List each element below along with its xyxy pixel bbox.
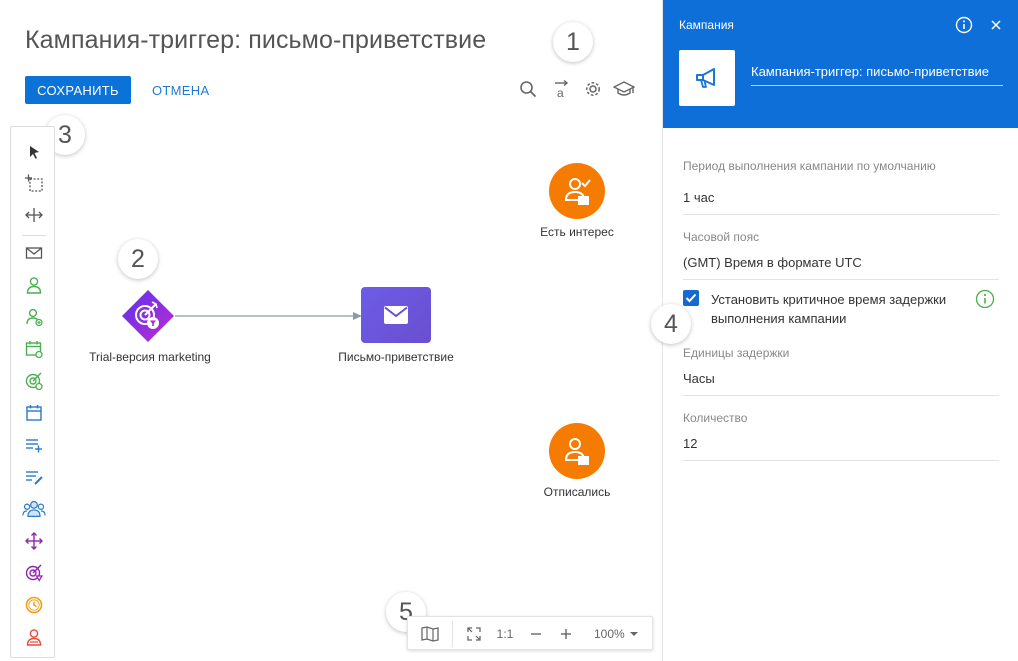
zoom-select[interactable]: 100% [594,617,650,651]
panel-header: Кампания Кампания-триггер: письмо-привет… [663,0,1018,128]
move-space-icon[interactable] [22,203,46,227]
campaign-name-field[interactable]: Кампания-триггер: письмо-приветствие [751,64,1003,86]
timezone-field[interactable]: (GMT) Время в формате UTC [683,255,999,280]
close-icon[interactable] [987,16,1005,34]
timer-icon[interactable] [22,593,46,617]
flow-node-label: Есть интерес [540,225,614,239]
critical-delay-label: Установить критичное время задержки выпо… [711,292,947,326]
add-audience-icon[interactable] [22,305,46,329]
caret-down-icon [629,632,638,636]
save-button[interactable]: СОХРАНИТЬ [25,76,131,104]
period-field[interactable]: 1 час [683,190,999,215]
process-designer-canvas[interactable]: Кампания-триггер: письмо-приветствие СОХ… [0,0,662,661]
properties-panel: Кампания Кампания-триггер: письмо-привет… [651,0,1018,661]
zoom-value: 100% [594,627,625,641]
check-icon [685,293,697,303]
callout-1: 1 [553,22,593,62]
minimap-icon[interactable] [408,617,452,651]
panel-caption: Кампания [679,18,734,32]
goal-audience-icon[interactable] [22,369,46,393]
svg-text:a: a [557,86,564,99]
flow-node-label: Trial-версия marketing [89,350,211,364]
zoombar-divider [452,621,453,647]
period-label: Период выполнения кампании по умолчанию [683,159,936,173]
timezone-label: Часовой пояс [683,230,760,244]
cursor-icon[interactable] [22,140,46,164]
element-palette [10,126,55,658]
calendar-timer-icon[interactable] [22,401,46,425]
palette-divider [22,235,46,236]
exit-goal-icon[interactable] [22,561,46,585]
search-icon[interactable] [517,78,539,100]
gear-icon[interactable] [582,78,604,100]
audience-check-icon [564,178,591,205]
page-title: Кампания-триггер: письмо-приветствие [25,26,487,54]
critical-delay-checkbox[interactable] [683,290,699,306]
academy-icon[interactable] [613,78,635,100]
flow-node-unsub[interactable] [549,423,605,479]
audience-icon[interactable] [22,273,46,297]
quantity-label: Количество [683,411,748,425]
flow-connector[interactable] [175,309,365,323]
lasso-selection-icon[interactable] [22,171,46,195]
exit-audience-icon[interactable] [22,625,46,649]
flow-node-welcome[interactable] [361,287,431,343]
campaign-icon-box [679,50,735,106]
info-icon[interactable] [975,289,995,309]
fit-screen-icon[interactable] [460,617,488,651]
callout-2: 2 [118,239,158,279]
add-record-icon[interactable] [22,433,46,457]
info-icon[interactable] [955,16,973,34]
megaphone-icon [696,68,715,88]
flow-node-label: Письмо-приветствие [338,350,454,364]
delay-units-label: Единицы задержки [683,346,790,360]
trigger-icon [122,290,174,342]
actual-size-button[interactable]: 1:1 [490,617,520,651]
callout-4: 4 [651,304,691,344]
text-position-icon[interactable]: a [551,78,573,100]
quantity-field[interactable]: 12 [683,436,999,461]
edit-record-icon[interactable] [22,465,46,489]
audience-icon [564,438,589,465]
flow-node-label: Отписались [543,485,611,499]
email-icon [384,306,408,324]
zoom-toolbar: 1:1 100% [407,616,653,650]
delay-units-field[interactable]: Часы [683,371,999,396]
email-icon[interactable] [22,241,46,265]
flow-node-trial[interactable] [121,289,175,343]
event-audience-icon[interactable] [22,337,46,361]
zoom-out-icon[interactable] [524,617,548,651]
zoom-in-icon[interactable] [554,617,578,651]
flow-node-interest[interactable] [549,163,605,219]
group-icon[interactable] [22,497,46,521]
split-icon[interactable] [22,529,46,553]
cancel-button[interactable]: ОТМЕНА [140,76,221,104]
